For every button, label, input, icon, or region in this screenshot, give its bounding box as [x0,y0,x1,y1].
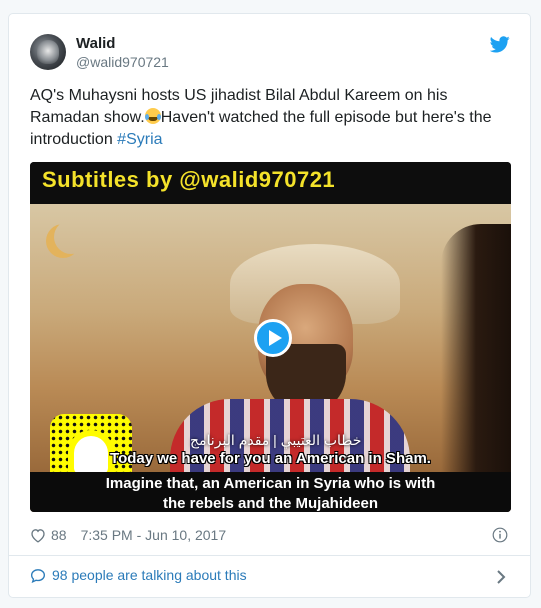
chevron-right-icon[interactable] [496,569,506,585]
author-avatar[interactable] [30,34,66,70]
subtitle-line-2: Imagine that, an American in Syria who i… [105,475,436,492]
tweet-meta: 88 7:35 PM - Jun 10, 2017 [30,525,226,545]
video-banner: Subtitles by @walid970721 [30,162,511,204]
arabic-caption: خطاب العتيبي | مقدم البرنامج [190,432,362,448]
hashtag-link[interactable]: #Syria [117,131,162,148]
conversation-text: 98 people are talking about this [52,567,247,583]
subtitle-line-3: the rebels and the Mujahideen [162,495,379,512]
play-button[interactable] [254,319,292,357]
avatar-image [37,40,59,64]
thumbnail-background-figure [441,224,511,512]
speech-bubble-icon [30,568,46,583]
author-handle[interactable]: @walid970721 [76,54,169,70]
subtitle-line-1: Today we have for you an American in Sha… [110,450,431,467]
tweet-timestamp[interactable]: 7:35 PM - Jun 10, 2017 [81,527,227,543]
tweet-text: AQ's Muhaysni hosts US jihadist Bilal Ab… [30,85,512,151]
conversation-link[interactable]: 98 people are talking about this [30,567,247,583]
author-name[interactable]: Walid [76,35,115,52]
like-count[interactable]: 88 [51,527,67,543]
subtitle-box: Imagine that, an American in Syria who i… [30,472,511,512]
twitter-bird-icon[interactable] [490,36,510,53]
info-icon[interactable] [492,527,508,543]
video-thumbnail: خطاب العتيبي | مقدم البرنامج Today we ha… [30,204,511,512]
crescent-logo-icon [46,224,80,258]
face-with-tears-of-joy-icon [144,108,161,124]
embedded-tweet-card: Walid @walid970721 AQ's Muhaysni hosts U… [8,13,531,598]
banner-text: Subtitles by @walid970721 [42,167,336,192]
video-media[interactable]: Subtitles by @walid970721 خطاب العتيبي |… [30,162,511,512]
heart-icon[interactable] [30,528,46,543]
footer-divider [9,555,530,556]
